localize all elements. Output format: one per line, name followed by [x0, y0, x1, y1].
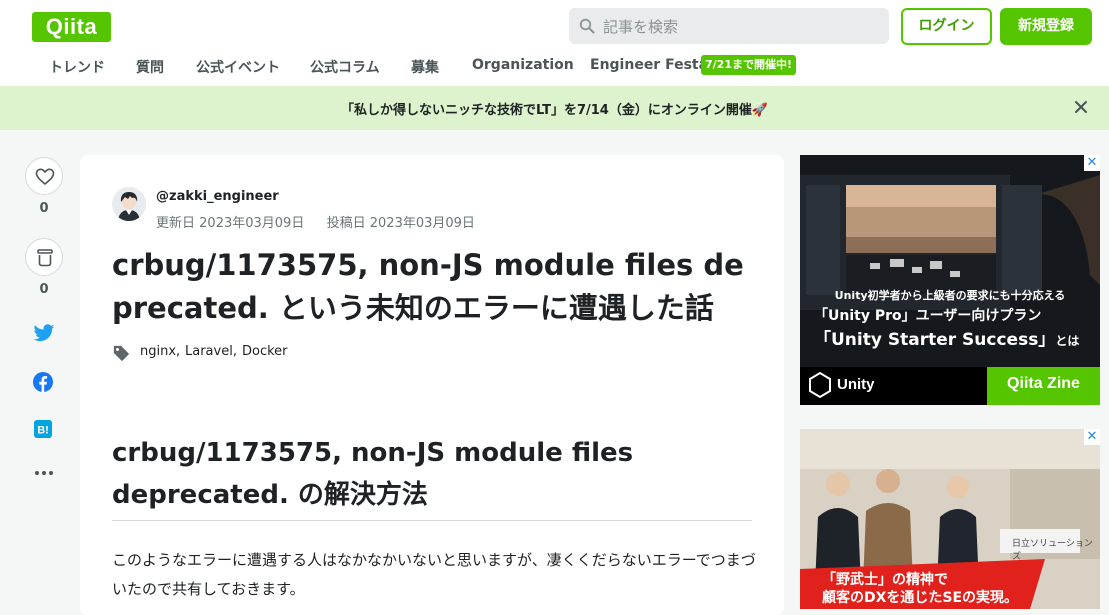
nav-item-organization[interactable]: Organization	[472, 57, 574, 73]
ad-close-icon[interactable]: ✕	[1084, 155, 1100, 171]
close-icon[interactable]	[1072, 98, 1090, 116]
svg-text:B!: B!	[37, 425, 49, 437]
qiita-logo[interactable]: Qiita	[32, 12, 111, 42]
search-input[interactable]	[601, 8, 885, 46]
ad2-sign: 日立ソリューションズ	[1012, 539, 1093, 562]
tag-item[interactable]: nginx,	[140, 344, 180, 359]
stock-icon	[37, 249, 53, 267]
stock-count: 0	[39, 282, 49, 297]
hatena-bookmark-icon[interactable]: B!	[34, 420, 52, 438]
site-header: Qiita ログイン 新規登録 トレンド 質問 公式イベント 公式コラム 募集 …	[0, 0, 1109, 87]
festa-badge: 7/21まで開催中!	[701, 55, 796, 75]
ad-visual	[800, 155, 1100, 405]
signup-button[interactable]: 新規登録	[1000, 8, 1092, 45]
ad1-brand-left: Unity	[837, 376, 875, 393]
like-button[interactable]	[25, 157, 63, 195]
facebook-icon[interactable]	[33, 372, 53, 392]
article-title: crbug/1173575, non-JS module files depre…	[112, 248, 744, 325]
nav-item-questions[interactable]: 質問	[136, 57, 164, 77]
avatar-image	[112, 187, 146, 221]
updated-date: 2023年03月09日	[199, 216, 305, 231]
search-icon	[579, 18, 595, 34]
banner-text[interactable]: 「私しか得しないニッチな技術でLT」を7/14（金）にオンライン開催🚀	[0, 99, 1109, 118]
more-options-icon[interactable]	[34, 470, 54, 476]
ad1-line2: 「Unity Pro」ユーザー向けプラン	[814, 308, 1042, 324]
ad1-line1: Unity初学者から上級者の要求にも十分応える	[834, 289, 1066, 302]
event-banner: 「私しか得しないニッチな技術でLT」を7/14（金）にオンライン開催🚀	[0, 86, 1109, 130]
article-paragraph: このようなエラーに遭遇する人はなかなかいないと思いますが、凄くくだらないエラーで…	[112, 551, 756, 598]
like-count: 0	[39, 201, 49, 216]
ad2-line2: 顧客のDXを通じたSEの実現。	[822, 590, 1019, 606]
ad1-brand-right: Qiita Zine	[1007, 375, 1080, 392]
nav-item-recruiting[interactable]: 募集	[411, 57, 439, 77]
tag-item[interactable]: Docker	[242, 344, 288, 359]
author-avatar[interactable]	[112, 187, 146, 221]
ad-close-icon[interactable]: ✕	[1084, 429, 1100, 445]
posted-label: 投稿日	[326, 216, 366, 231]
search-box[interactable]	[569, 8, 889, 46]
nav-item-trend[interactable]: トレンド	[49, 57, 105, 77]
article-dates: 更新日 2023年03月09日 投稿日 2023年03月09日	[156, 212, 475, 231]
twitter-icon[interactable]	[33, 324, 55, 343]
nav-item-official-columns[interactable]: 公式コラム	[310, 57, 380, 77]
heading-divider	[112, 520, 752, 521]
global-nav: トレンド 質問 公式イベント 公式コラム 募集 Organization Eng…	[0, 54, 1109, 80]
heart-icon	[35, 168, 55, 186]
ad1-line3: 「Unity Starter Success」とは	[814, 330, 1080, 350]
nav-item-official-events[interactable]: 公式イベント	[196, 57, 280, 77]
login-button[interactable]: ログイン	[901, 8, 992, 45]
author-username[interactable]: @zakki_engineer	[156, 189, 279, 204]
hitachi-ad[interactable]: 日立ソリューションズ 「野武士」の精神で 顧客のDXを通じたSEの実現。 ✕	[800, 429, 1100, 609]
unity-ad[interactable]: Unity初学者から上級者の要求にも十分応える 「Unity Pro」ユーザー向…	[800, 155, 1100, 405]
section-heading: crbug/1173575, non-JS module files depre…	[112, 438, 634, 510]
ad2-line1: 「野武士」の精神で	[822, 572, 948, 588]
tag-icon	[113, 345, 130, 362]
stock-button[interactable]	[25, 238, 63, 276]
posted-date: 2023年03月09日	[369, 216, 475, 231]
tag-item[interactable]: Laravel,	[185, 344, 237, 359]
updated-label: 更新日	[156, 216, 196, 231]
nav-item-engineer-festa[interactable]: Engineer Festa	[590, 57, 708, 73]
